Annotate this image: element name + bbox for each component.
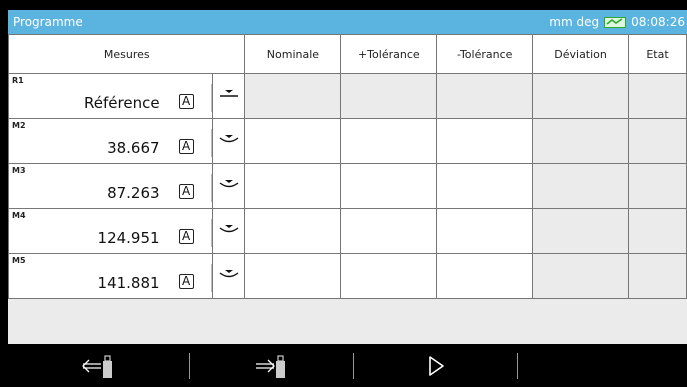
play-icon bbox=[428, 355, 444, 376]
measurement-cell[interactable]: R1 Référence A bbox=[8, 73, 213, 119]
tolerance-minus-cell[interactable] bbox=[436, 253, 534, 299]
mode-badge[interactable]: A bbox=[178, 274, 194, 289]
empty-toolbar-slot bbox=[518, 344, 687, 387]
table-row-r1[interactable]: R1 Référence A bbox=[8, 73, 687, 119]
nominal-cell[interactable] bbox=[244, 73, 342, 119]
header-tolerance-plus: +Tolérance bbox=[340, 34, 438, 74]
measurements-table: Mesures Nominale +Tolérance -Tolérance D… bbox=[8, 34, 687, 299]
arc-dropdown-icon bbox=[219, 270, 238, 278]
nominal-cell[interactable] bbox=[244, 208, 342, 254]
header-mesures: Mesures bbox=[8, 34, 246, 74]
status-cell bbox=[628, 163, 687, 209]
row-dropdown-button[interactable] bbox=[211, 208, 246, 254]
tolerance-plus-cell[interactable] bbox=[340, 163, 438, 209]
usb-export-icon bbox=[255, 354, 285, 378]
usb-export-button[interactable] bbox=[190, 344, 353, 387]
tolerance-minus-cell[interactable] bbox=[436, 208, 534, 254]
measurement-cell[interactable]: M3 87.263 A bbox=[8, 163, 213, 209]
row-dropdown-button[interactable] bbox=[211, 73, 246, 119]
clock: 08:08:26 bbox=[631, 15, 685, 29]
mode-badge[interactable]: A bbox=[178, 184, 194, 199]
row-label: M3 bbox=[12, 166, 26, 175]
measurement-cell[interactable]: M2 38.667 A bbox=[8, 118, 213, 164]
status-cell bbox=[628, 73, 687, 119]
tolerance-minus-cell[interactable] bbox=[436, 118, 534, 164]
tolerance-plus-cell[interactable] bbox=[340, 208, 438, 254]
deviation-cell bbox=[532, 118, 630, 164]
deviation-cell bbox=[532, 163, 630, 209]
battery-charging-icon bbox=[604, 16, 627, 28]
row-dropdown-button[interactable] bbox=[211, 163, 246, 209]
measurement-cell[interactable]: M4 124.951 A bbox=[8, 208, 213, 254]
nominal-cell[interactable] bbox=[244, 163, 342, 209]
table-row-m3[interactable]: M3 87.263 A bbox=[8, 163, 687, 209]
status-area: mm deg 08:08:26 bbox=[549, 15, 685, 29]
reference-dropdown-icon bbox=[219, 90, 238, 97]
row-label: M5 bbox=[12, 256, 26, 265]
header-tolerance-minus: -Tolérance bbox=[436, 34, 534, 74]
header-nominale: Nominale bbox=[244, 34, 342, 74]
status-cell bbox=[628, 118, 687, 164]
nominal-cell[interactable] bbox=[244, 253, 342, 299]
tolerance-minus-cell[interactable] bbox=[436, 163, 534, 209]
deviation-cell bbox=[532, 253, 630, 299]
units-indicator: mm deg bbox=[549, 15, 600, 29]
mode-badge[interactable]: A bbox=[178, 229, 194, 244]
header-deviation: Déviation bbox=[532, 34, 630, 74]
usb-import-icon bbox=[81, 354, 112, 378]
bottom-toolbar bbox=[8, 344, 687, 387]
measurement-value: Référence bbox=[84, 94, 160, 112]
measurement-cell[interactable]: M5 141.881 A bbox=[8, 253, 213, 299]
table-row-m5[interactable]: M5 141.881 A bbox=[8, 253, 687, 299]
tolerance-plus-cell[interactable] bbox=[340, 253, 438, 299]
measurement-value: 87.263 bbox=[107, 184, 160, 202]
row-label: M2 bbox=[12, 121, 26, 130]
deviation-cell bbox=[532, 73, 630, 119]
usb-import-button[interactable] bbox=[8, 344, 189, 387]
nominal-cell[interactable] bbox=[244, 118, 342, 164]
table-row-m2[interactable]: M2 38.667 A bbox=[8, 118, 687, 164]
status-cell bbox=[628, 208, 687, 254]
tolerance-plus-cell[interactable] bbox=[340, 118, 438, 164]
page-title: Programme bbox=[13, 15, 83, 29]
row-dropdown-button[interactable] bbox=[211, 253, 246, 299]
title-bar: Programme mm deg 08:08:26 bbox=[8, 10, 687, 34]
arc-dropdown-icon bbox=[219, 180, 238, 188]
status-cell bbox=[628, 253, 687, 299]
measurement-value: 141.881 bbox=[97, 274, 160, 292]
header-etat: Etat bbox=[628, 34, 687, 74]
table-header-row: Mesures Nominale +Tolérance -Tolérance D… bbox=[8, 34, 687, 74]
app-screen: Programme mm deg 08:08:26 Mesures Nomina… bbox=[8, 10, 687, 387]
arc-dropdown-icon bbox=[219, 225, 238, 233]
measurement-value: 38.667 bbox=[107, 139, 160, 157]
table-row-m4[interactable]: M4 124.951 A bbox=[8, 208, 687, 254]
row-label: R1 bbox=[12, 76, 24, 85]
mode-badge[interactable]: A bbox=[178, 139, 194, 154]
mode-badge[interactable]: A bbox=[178, 94, 194, 109]
tolerance-plus-cell[interactable] bbox=[340, 73, 438, 119]
arc-dropdown-icon bbox=[219, 135, 238, 143]
row-dropdown-button[interactable] bbox=[211, 118, 246, 164]
tolerance-minus-cell[interactable] bbox=[436, 73, 534, 119]
row-label: M4 bbox=[12, 211, 26, 220]
deviation-cell bbox=[532, 208, 630, 254]
run-button[interactable] bbox=[354, 344, 517, 387]
measurement-value: 124.951 bbox=[97, 229, 160, 247]
